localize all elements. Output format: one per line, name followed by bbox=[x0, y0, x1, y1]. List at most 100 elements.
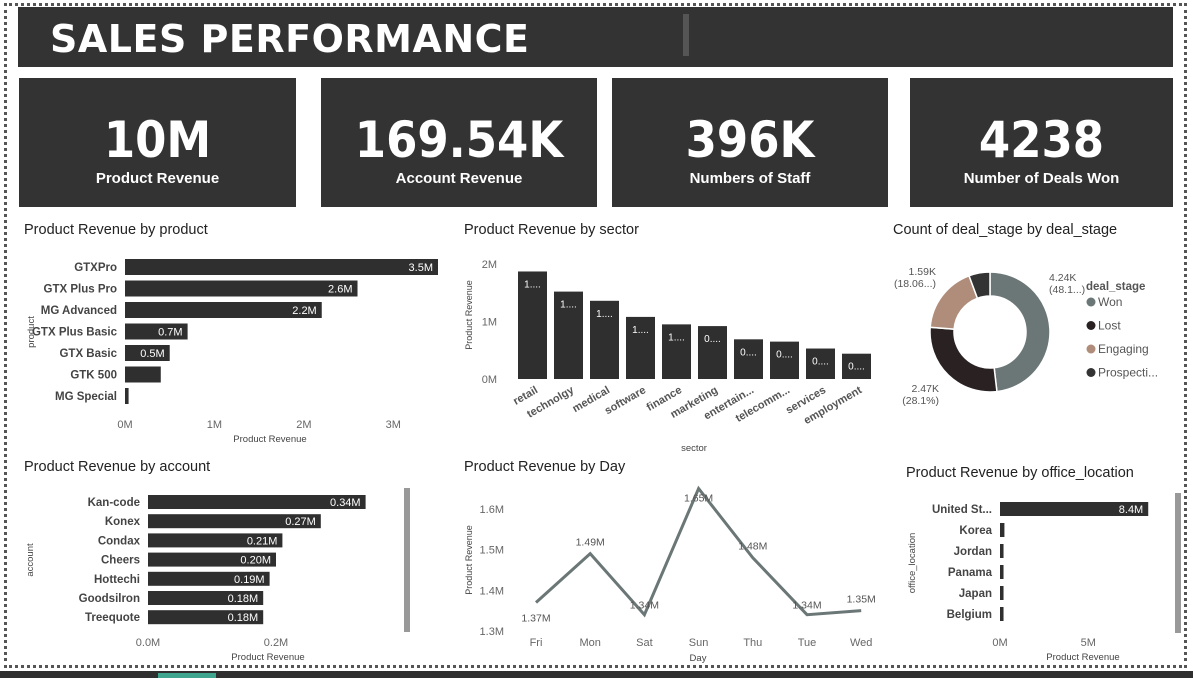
x-axis-title: Product Revenue bbox=[233, 434, 306, 445]
bar bbox=[125, 366, 161, 383]
category-label: Panama bbox=[948, 567, 993, 579]
tick-label: 1.3M bbox=[480, 626, 504, 638]
data-label: 0.34M bbox=[330, 497, 361, 509]
category-label: Fri bbox=[530, 637, 543, 649]
data-label: (48.1...) bbox=[1049, 284, 1085, 296]
data-label: 0.21M bbox=[247, 535, 278, 547]
category-label: Hottechi bbox=[94, 574, 140, 586]
data-label: 0.27M bbox=[285, 516, 316, 528]
donut-slice bbox=[989, 271, 1051, 393]
category-label: Korea bbox=[959, 525, 992, 537]
data-label: 1.48M bbox=[738, 541, 767, 553]
category-label: Thu bbox=[743, 637, 762, 649]
charts-layer: GTXPro 3.5M GTX Plus Pro 2.6M MG Advanced 2.2… bbox=[25, 259, 1158, 664]
category-label: Konex bbox=[105, 516, 141, 528]
data-label: 0.18M bbox=[228, 612, 259, 624]
data-label: 3.5M bbox=[409, 262, 433, 274]
tick-label: 2M bbox=[482, 259, 497, 271]
data-label: (28.1%) bbox=[902, 395, 939, 407]
data-label: 1.... bbox=[596, 309, 613, 320]
data-label: 0.18M bbox=[228, 593, 259, 605]
tick-label: 0.0M bbox=[136, 637, 160, 649]
data-label: 0.7M bbox=[158, 327, 182, 339]
data-label: 2.47K bbox=[912, 383, 939, 395]
data-label: 0.5M bbox=[140, 348, 164, 360]
tick-label: 2M bbox=[296, 419, 311, 431]
legend-marker bbox=[1086, 368, 1096, 377]
category-label: Japan bbox=[959, 588, 992, 600]
bar bbox=[1000, 565, 1004, 579]
bar bbox=[125, 388, 129, 404]
account-scrollbar[interactable] bbox=[404, 488, 410, 632]
category-label: Tue bbox=[798, 637, 817, 649]
legend-label: Prospecti... bbox=[1098, 366, 1158, 380]
legend-label: Engaging bbox=[1098, 342, 1149, 356]
tick-label: 1M bbox=[482, 317, 497, 329]
legend-marker bbox=[1086, 297, 1096, 307]
legend-label: Won bbox=[1098, 295, 1122, 309]
category-label: Wed bbox=[850, 637, 872, 649]
legend-title: deal_stage bbox=[1086, 281, 1145, 293]
category-label: GTK 500 bbox=[70, 370, 117, 382]
data-label: 2.6M bbox=[328, 284, 352, 296]
bar bbox=[125, 280, 358, 297]
data-label: 0.19M bbox=[234, 574, 265, 586]
x-axis-title: Product Revenue bbox=[231, 652, 304, 663]
data-label: 0.... bbox=[704, 334, 721, 345]
data-label: 0.... bbox=[812, 357, 829, 368]
legend-marker bbox=[1086, 321, 1096, 330]
tick-label: 0M bbox=[482, 374, 497, 386]
category-label: Goodsilron bbox=[79, 593, 140, 605]
tick-label: 0.2M bbox=[264, 637, 288, 649]
data-label: 1.49M bbox=[576, 537, 605, 549]
x-axis-title: sector bbox=[681, 443, 707, 454]
category-label: Kan-code bbox=[88, 497, 140, 509]
data-label: 2.2M bbox=[292, 305, 316, 317]
data-label: 1.37M bbox=[521, 613, 550, 625]
bar bbox=[734, 339, 763, 379]
donut-slice bbox=[929, 274, 979, 330]
tick-label: 0M bbox=[117, 419, 132, 431]
data-label: 1.59K bbox=[909, 266, 936, 278]
y-axis-title: Product Revenue bbox=[464, 280, 474, 350]
data-label: 1.35M bbox=[847, 594, 876, 606]
y-axis-title: Product Revenue bbox=[464, 525, 474, 595]
bar bbox=[125, 259, 438, 275]
category-label: Cheers bbox=[101, 555, 140, 567]
data-label: 8.4M bbox=[1119, 504, 1143, 516]
category-label: Condax bbox=[98, 535, 141, 547]
category-label: Mon bbox=[579, 637, 600, 649]
category-label: GTX Basic bbox=[59, 348, 117, 360]
data-label: 0.... bbox=[740, 347, 757, 358]
y-axis-title: product bbox=[26, 316, 37, 348]
category-label: Belgium bbox=[947, 609, 992, 621]
category-label: MG Advanced bbox=[41, 305, 117, 317]
tick-label: 1M bbox=[207, 419, 222, 431]
data-label: 0.20M bbox=[240, 555, 271, 567]
category-label: MG Special bbox=[55, 391, 117, 403]
bar bbox=[1000, 523, 1005, 537]
series-line bbox=[534, 485, 862, 618]
data-label: 1.... bbox=[668, 332, 685, 343]
legend-marker bbox=[1086, 344, 1096, 354]
bar bbox=[1000, 607, 1004, 621]
x-axis-title: Product Revenue bbox=[1046, 652, 1119, 663]
tick-label: 1.6M bbox=[480, 504, 504, 516]
data-label: (18.06...) bbox=[894, 278, 936, 290]
tick-label: 5M bbox=[1081, 637, 1096, 649]
y-axis-title: account bbox=[25, 543, 36, 577]
page-tab-active[interactable] bbox=[158, 673, 216, 678]
data-label: 1.34M bbox=[630, 600, 659, 612]
bar bbox=[1000, 544, 1004, 558]
data-label: 4.24K bbox=[1049, 272, 1076, 284]
data-label: 1.... bbox=[632, 325, 649, 336]
data-label: 1.65M bbox=[684, 493, 713, 505]
tick-label: 1.5M bbox=[480, 545, 504, 557]
tick-label: 3M bbox=[386, 419, 401, 431]
office-scrollbar[interactable] bbox=[1175, 493, 1181, 633]
category-label: GTX Plus Pro bbox=[44, 284, 118, 296]
data-label: 0.... bbox=[776, 350, 793, 361]
data-label: 1.... bbox=[524, 279, 541, 290]
data-label: 1.34M bbox=[792, 600, 821, 612]
x-axis-title: Day bbox=[690, 653, 707, 664]
